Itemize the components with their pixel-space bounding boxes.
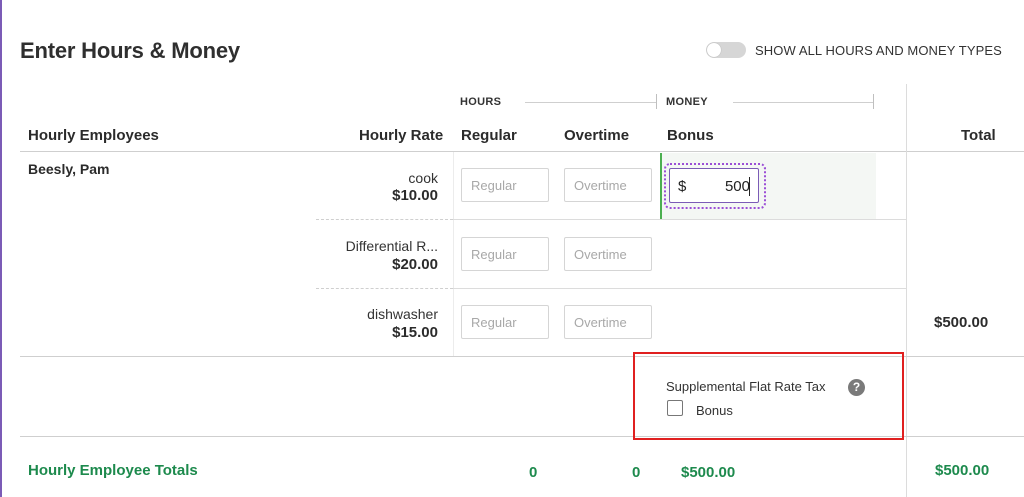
total-overtime: 0 xyxy=(632,464,641,481)
hours-group-divider xyxy=(525,102,656,103)
job-title: cook xyxy=(408,170,438,186)
job-rate: $15.00 xyxy=(392,324,438,341)
employee-name: Beesly, Pam xyxy=(28,161,110,177)
bonus-value: 500 xyxy=(724,178,750,195)
bonus-amount-input[interactable]: $ 500 xyxy=(669,168,759,203)
header-divider xyxy=(20,151,1024,152)
currency-symbol: $ xyxy=(678,178,687,195)
money-group-end xyxy=(873,94,874,109)
bonus-tax-checkbox[interactable] xyxy=(667,400,683,416)
group-separator xyxy=(656,94,657,109)
job-divider xyxy=(453,288,906,289)
employee-total: $500.00 xyxy=(934,314,989,331)
job-rate: $20.00 xyxy=(392,256,438,273)
overtime-hours-input[interactable]: Overtime xyxy=(564,168,652,202)
highlight-box xyxy=(633,352,904,440)
help-icon[interactable]: ? xyxy=(848,379,865,396)
rate-column-divider xyxy=(453,152,454,356)
overtime-hours-input[interactable]: Overtime xyxy=(564,237,652,271)
text-cursor xyxy=(749,177,750,196)
col-hourly-rate: Hourly Rate xyxy=(359,127,444,144)
job-divider-dashed xyxy=(316,288,453,289)
totals-label: Hourly Employee Totals xyxy=(28,462,198,479)
toggle-knob[interactable] xyxy=(707,43,721,57)
total-bonus: $500.00 xyxy=(681,464,736,481)
hours-group-label: HOURS xyxy=(460,96,502,108)
job-rate: $10.00 xyxy=(392,187,438,204)
total-regular: 0 xyxy=(529,464,538,481)
page-title: Enter Hours & Money xyxy=(20,38,240,63)
job-title: Differential R... xyxy=(345,238,438,254)
regular-hours-input[interactable]: Regular xyxy=(461,168,549,202)
col-hourly-employees: Hourly Employees xyxy=(28,127,159,144)
regular-hours-input[interactable]: Regular xyxy=(461,237,549,271)
col-bonus: Bonus xyxy=(667,127,714,144)
col-overtime: Overtime xyxy=(564,127,630,144)
col-regular: Regular xyxy=(461,127,517,144)
money-group-divider xyxy=(733,102,874,103)
toggle-label: SHOW ALL HOURS AND MONEY TYPES xyxy=(755,43,1002,58)
regular-hours-input[interactable]: Regular xyxy=(461,305,549,339)
job-title: dishwasher xyxy=(367,306,438,322)
col-total: Total xyxy=(961,127,996,144)
job-divider-dashed xyxy=(316,219,453,220)
grand-total: $500.00 xyxy=(935,462,990,479)
overtime-hours-input[interactable]: Overtime xyxy=(564,305,652,339)
money-group-label: MONEY xyxy=(666,96,708,108)
left-accent-bar xyxy=(0,0,2,497)
supplemental-tax-label: Supplemental Flat Rate Tax xyxy=(666,379,826,394)
job-divider xyxy=(453,219,906,220)
bonus-tax-checkbox-label: Bonus xyxy=(696,403,733,418)
